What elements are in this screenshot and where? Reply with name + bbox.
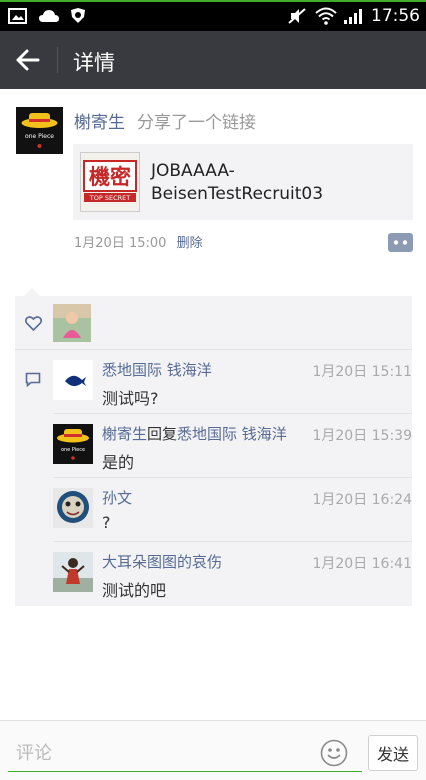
- post-time: 1月20日 15:00: [74, 236, 167, 251]
- emoji-icon[interactable]: [320, 739, 348, 767]
- comment-item[interactable]: 大耳朵图图的哀伤 1月20日 16:41 测试的吧: [53, 543, 412, 606]
- title-bar: 详情: [0, 31, 426, 89]
- comment-item[interactable]: 孙文 1月20日 16:24 ?: [53, 479, 412, 542]
- commenter-avatar[interactable]: [53, 552, 93, 592]
- svg-text:one Piece: one Piece: [25, 133, 54, 140]
- back-arrow-icon[interactable]: [12, 45, 44, 75]
- interaction-panel: 悉地国际 钱海洋 1月20日 15:11 测试吗? one Piece 榭寄生回…: [15, 296, 412, 606]
- commenter-name[interactable]: 大耳朵图图的哀伤: [102, 551, 222, 572]
- link-thumbnail: 機密 TOP SECRET: [80, 152, 140, 212]
- comment-text: ?: [102, 513, 111, 532]
- reply-target[interactable]: 悉地国际 钱海洋: [177, 425, 287, 443]
- comment-time: 1月20日 15:11: [312, 364, 412, 380]
- comment-text: 测试吗?: [102, 389, 159, 408]
- commenter-name[interactable]: 榭寄生回复悉地国际 钱海洋: [102, 423, 287, 444]
- comment-time: 1月20日 15:39: [312, 428, 412, 444]
- reply-word: 回复: [147, 425, 178, 443]
- comment-item[interactable]: 悉地国际 钱海洋 1月20日 15:11 测试吗?: [53, 351, 412, 414]
- commenter-avatar[interactable]: one Piece: [53, 424, 93, 464]
- comment-time: 1月20日 16:41: [312, 556, 412, 572]
- comment-text: 测试的吧: [102, 581, 167, 600]
- wifi-icon: [315, 7, 337, 25]
- reply-author[interactable]: 榭寄生: [102, 425, 147, 443]
- page-title: 详情: [73, 51, 115, 75]
- link-title: JOBAAAA-BeisenTestRecruit03: [151, 161, 324, 204]
- clock: 17:56: [371, 6, 420, 26]
- status-bar: 17:56: [0, 0, 426, 31]
- commenter-name[interactable]: 悉地国际 钱海洋: [102, 359, 212, 380]
- likes-row: [15, 296, 412, 350]
- svg-text:機密: 機密: [89, 165, 131, 189]
- avatar[interactable]: one Piece: [16, 107, 63, 154]
- image-notification-icon: [8, 7, 28, 25]
- comment-time: 1月20日 16:24: [312, 492, 412, 508]
- comment-item[interactable]: one Piece 榭寄生回复悉地国际 钱海洋 1月20日 15:39 是的: [53, 415, 412, 478]
- send-button[interactable]: 发送: [368, 735, 418, 771]
- svg-text:one Piece: one Piece: [61, 447, 85, 453]
- shared-link-card[interactable]: 機密 TOP SECRET JOBAAAA-BeisenTestRecruit0…: [73, 144, 413, 220]
- commenter-avatar[interactable]: [53, 488, 93, 528]
- more-icon[interactable]: [388, 233, 413, 252]
- comment-text: 是的: [102, 453, 135, 472]
- title-divider: [57, 47, 58, 73]
- commenter-name[interactable]: 孙文: [102, 487, 132, 508]
- delete-link[interactable]: 删除: [177, 236, 203, 251]
- commenter-avatar[interactable]: [53, 360, 93, 400]
- heart-icon: [24, 316, 43, 335]
- comment-bar: 发送: [0, 720, 426, 780]
- share-action-text: 分享了一个链接: [137, 113, 256, 133]
- comment-icon: [25, 372, 41, 391]
- notification-badge-icon: [68, 7, 88, 25]
- svg-text:TOP SECRET: TOP SECRET: [89, 194, 130, 202]
- cloud-icon: [38, 7, 59, 25]
- panel-pointer: [24, 288, 40, 296]
- author-name[interactable]: 榭寄生: [74, 108, 125, 133]
- post-meta: 1月20日 15:00 删除: [74, 232, 203, 251]
- comment-input[interactable]: [8, 736, 362, 772]
- mute-icon: [287, 7, 307, 25]
- signal-icon: [343, 7, 363, 25]
- liker-avatar[interactable]: [53, 304, 91, 342]
